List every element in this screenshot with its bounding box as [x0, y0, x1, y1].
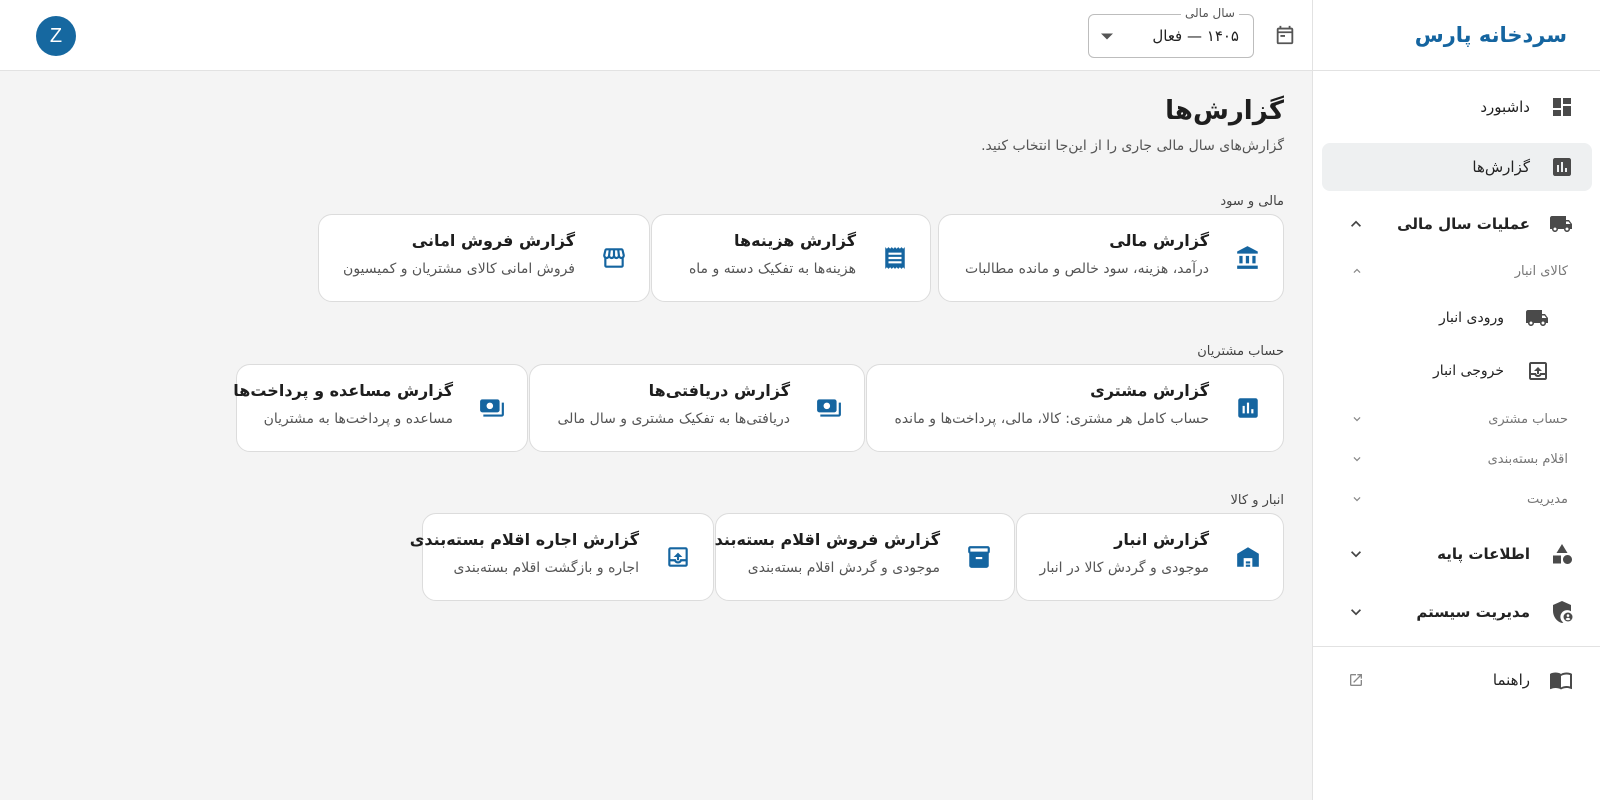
page-subtitle: گزارش‌های سال مالی جاری را از این‌جا انت… — [981, 138, 1284, 154]
calendar-icon — [1274, 24, 1296, 46]
group-label: مدیریت — [1527, 491, 1568, 507]
section-label-warehouse: انبار و کالا — [1230, 493, 1285, 508]
sidebar-item-label: اطلاعات پایه — [1437, 545, 1530, 563]
page-title: گزارش‌ها — [1165, 96, 1284, 126]
sidebar-item-label: عملیات سال مالی — [1397, 215, 1530, 233]
card-description: هزینه‌ها به تفکیک دسته و ماه — [688, 261, 856, 277]
sidebar-item-base-info[interactable]: اطلاعات پایه — [1322, 530, 1592, 578]
payments-icon — [816, 395, 842, 421]
chevron-up-icon — [1350, 264, 1364, 278]
card-description: حساب کامل هر مشتری: کالا، مالی، پرداخت‌ه… — [894, 411, 1210, 427]
sidebar-item-label: گزارش‌ها — [1472, 158, 1530, 176]
card-description: دریافتی‌ها به تفکیک مشتری و سال مالی — [557, 411, 790, 427]
avatar[interactable]: Z — [36, 16, 76, 56]
sidebar-item-label: داشبورد — [1480, 98, 1530, 116]
card-title: گزارش مالی — [1109, 231, 1209, 250]
chevron-down-icon[interactable] — [1346, 602, 1366, 622]
card-title: گزارش مساعده و پرداخت‌ها — [233, 381, 453, 400]
box-out-icon — [1524, 359, 1550, 383]
group-management[interactable]: مدیریت — [1322, 484, 1592, 514]
card-title: گزارش دریافتی‌ها — [648, 381, 790, 400]
report-card-financial[interactable]: گزارش مالی درآمد، هزینه، سود خالص و ماند… — [938, 214, 1284, 302]
card-title: گزارش مشتری — [1090, 381, 1209, 400]
bar-chart-icon — [1550, 155, 1574, 179]
card-description: اجاره و بازگشت اقلام بسته‌بندی — [453, 560, 639, 576]
report-card-packaging-rental[interactable]: گزارش اجاره اقلام بسته‌بندی اجاره و بازگ… — [410, 513, 714, 601]
chevron-down-icon[interactable] — [1346, 544, 1366, 564]
card-title: گزارش فروش امانی — [411, 231, 575, 250]
dashboard-icon — [1550, 95, 1574, 119]
sidebar-item-warehouse-out[interactable]: خروجی انبار — [1322, 351, 1592, 391]
report-card-warehouse[interactable]: گزارش انبار موجودی و گردش کالا در انبار — [1016, 513, 1284, 601]
report-card-packaging-sales[interactable]: گزارش فروش اقلام بسته‌بندی موجودی و گردش… — [700, 513, 1015, 601]
store-icon — [601, 245, 627, 271]
caret-down-icon — [1101, 32, 1113, 40]
external-link-icon — [1348, 672, 1364, 688]
group-label: کالای انبار — [1514, 263, 1568, 279]
sidebar-divider — [1313, 646, 1600, 647]
fiscal-year-select[interactable]: سال مالی ۱۴۰۵ — فعال — [1088, 6, 1254, 58]
sidebar-item-help[interactable]: راهنما — [1322, 656, 1592, 704]
section-label-finance: مالی و سود — [1220, 194, 1284, 209]
card-description: فروش امانی کالای مشتریان و کمیسیون — [343, 261, 575, 277]
sidebar-item-label: ورودی انبار — [1439, 310, 1504, 326]
report-card-advances[interactable]: گزارش مساعده و پرداخت‌ها مساعده و پرداخت… — [233, 364, 528, 452]
fiscal-year-value: ۱۴۰۵ — فعال — [1152, 27, 1239, 45]
report-card-consignment[interactable]: گزارش فروش امانی فروش امانی کالای مشتریا… — [318, 214, 650, 302]
card-title: گزارش هزینه‌ها — [734, 231, 856, 250]
sidebar-item-reports[interactable]: گزارش‌ها — [1322, 143, 1592, 191]
card-title: گزارش انبار — [1114, 530, 1209, 549]
report-card-receipts[interactable]: گزارش دریافتی‌ها دریافتی‌ها به تفکیک مشت… — [529, 364, 865, 452]
chevron-up-icon[interactable] — [1346, 214, 1366, 234]
chevron-down-icon — [1350, 492, 1364, 506]
card-title: گزارش فروش اقلام بسته‌بندی — [700, 530, 940, 549]
group-label: اقلام بسته‌بندی — [1487, 451, 1568, 467]
bank-icon — [1235, 245, 1261, 271]
sidebar-item-label: مدیریت سیستم — [1416, 603, 1530, 621]
book-icon — [1550, 668, 1574, 692]
group-warehouse-goods[interactable]: کالای انبار — [1322, 256, 1592, 286]
truck-icon — [1550, 212, 1574, 236]
chevron-down-icon — [1350, 452, 1364, 466]
sidebar-item-system-admin[interactable]: مدیریت سیستم — [1322, 588, 1592, 636]
group-packaging-items[interactable]: اقلام بسته‌بندی — [1322, 444, 1592, 474]
chevron-down-icon — [1350, 412, 1364, 426]
sidebar-item-label: راهنما — [1492, 671, 1530, 689]
receipt-icon — [882, 245, 908, 271]
group-label: حساب مشتری — [1488, 411, 1568, 427]
card-description: مساعده و پرداخت‌ها به مشتریان — [263, 411, 453, 427]
shield-user-icon — [1550, 600, 1574, 624]
section-label-customers: حساب مشتریان — [1197, 344, 1284, 359]
report-card-expenses[interactable]: گزارش هزینه‌ها هزینه‌ها به تفکیک دسته و … — [651, 214, 931, 302]
sidebar-item-dashboard[interactable]: داشبورد — [1322, 83, 1592, 131]
card-description: موجودی و گردش اقلام بسته‌بندی — [747, 560, 940, 576]
card-description: درآمد، هزینه، سود خالص و مانده مطالبات — [964, 261, 1209, 277]
shapes-icon — [1550, 542, 1574, 566]
sidebar-item-label: خروجی انبار — [1433, 363, 1504, 379]
card-title: گزارش اجاره اقلام بسته‌بندی — [409, 530, 639, 549]
truck-icon — [1524, 306, 1550, 330]
brand-title[interactable]: سردخانه پارس — [1313, 0, 1600, 71]
group-customer-account[interactable]: حساب مشتری — [1322, 404, 1592, 434]
sidebar-item-fiscal-ops[interactable]: عملیات سال مالی — [1322, 200, 1592, 248]
archive-icon — [966, 544, 992, 570]
card-description: موجودی و گردش کالا در انبار — [1039, 560, 1209, 576]
sidebar-item-warehouse-in[interactable]: ورودی انبار — [1322, 298, 1592, 338]
warehouse-icon — [1235, 544, 1261, 570]
sidebar: سردخانه پارس داشبورد گزارش‌ها عملیات سال… — [1312, 0, 1600, 800]
bar-chart-icon — [1235, 395, 1261, 421]
payments-icon — [479, 395, 505, 421]
report-card-customer[interactable]: گزارش مشتری حساب کامل هر مشتری: کالا، ما… — [866, 364, 1284, 452]
top-bar: سال مالی ۱۴۰۵ — فعال Z — [0, 0, 1312, 71]
box-out-icon — [665, 544, 691, 570]
